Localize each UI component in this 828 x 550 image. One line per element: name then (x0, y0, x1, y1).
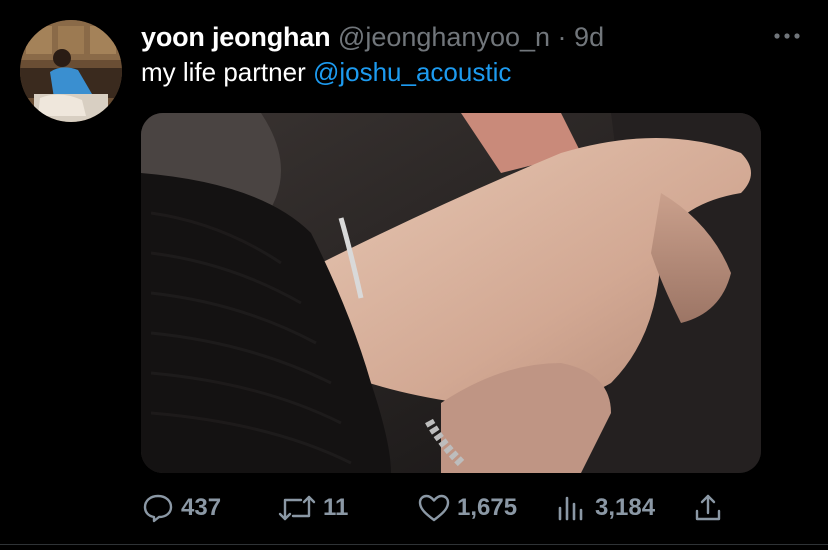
like-icon (417, 491, 457, 525)
retweet-icon (277, 491, 323, 525)
reply-icon (141, 491, 181, 525)
share-icon (693, 491, 729, 525)
tweet-media-image[interactable] (141, 113, 761, 473)
timestamp[interactable]: 9d (574, 22, 604, 52)
like-button[interactable]: 1,675 (417, 488, 517, 528)
tweet-header: yoon jeonghan @jeonghanyoo_n · 9d (141, 20, 758, 54)
retweet-button[interactable]: 11 (277, 488, 348, 528)
reply-button[interactable]: 437 (141, 488, 221, 528)
tweet[interactable]: yoon jeonghan @jeonghanyoo_n · 9d my lif… (0, 0, 828, 550)
like-count: 1,675 (457, 494, 518, 521)
retweet-count: 11 (323, 494, 349, 521)
avatar[interactable] (20, 20, 122, 122)
views-icon (555, 491, 595, 525)
views-count: 3,184 (595, 494, 656, 521)
more-options-icon[interactable] (772, 26, 802, 46)
separator-dot: · (557, 22, 567, 52)
tweet-actions: 437 11 1,675 3,184 (141, 488, 741, 528)
display-name[interactable]: yoon jeonghan (141, 22, 331, 52)
share-button[interactable] (693, 488, 729, 528)
tweet-text: my life partner @joshu_acoustic (141, 56, 511, 88)
views-button[interactable]: 3,184 (555, 488, 655, 528)
reply-count: 437 (181, 494, 222, 521)
user-handle[interactable]: @jeonghanyoo_n (338, 22, 550, 52)
mention-link[interactable]: @joshu_acoustic (313, 57, 511, 87)
tweet-text-body: my life partner (141, 57, 313, 87)
divider (0, 544, 828, 545)
